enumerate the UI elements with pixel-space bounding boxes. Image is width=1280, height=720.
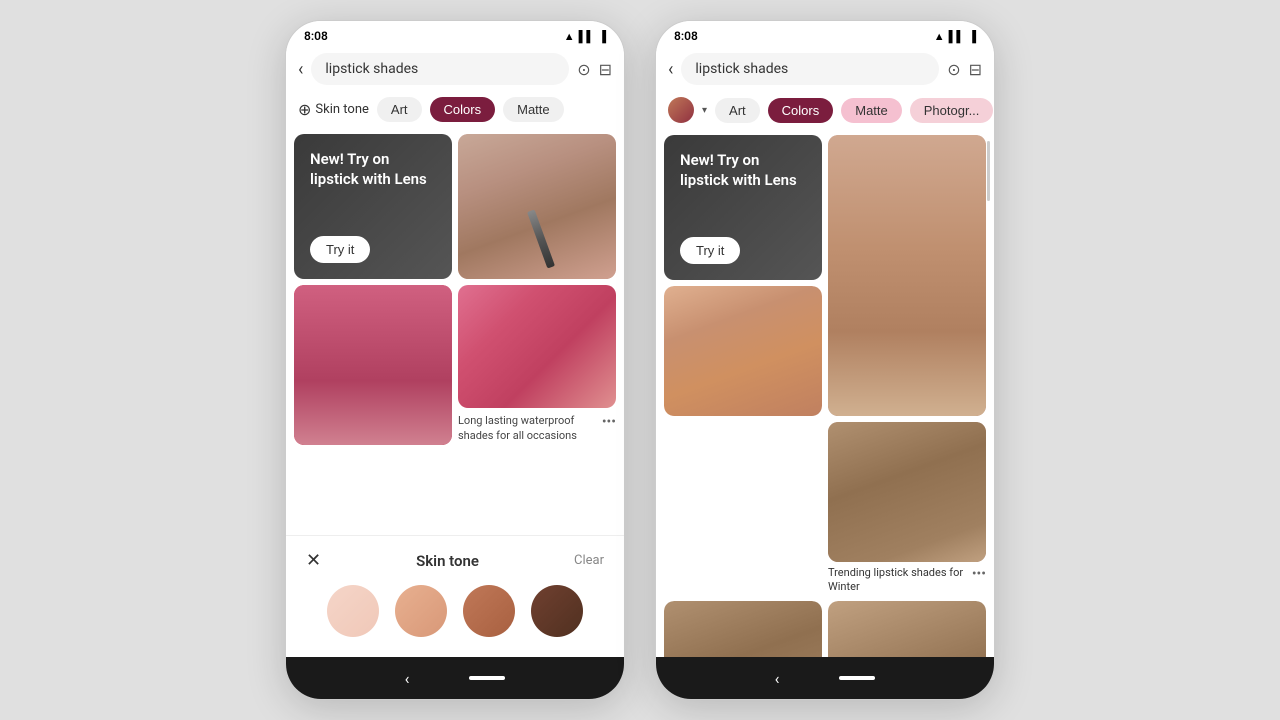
left-lipstick-apply-image bbox=[458, 134, 616, 279]
left-listing-text: Long lasting waterproof shades for all o… bbox=[458, 412, 616, 445]
right-content-grid: New! Try on lipstick with Lens Try it Tr… bbox=[656, 129, 994, 657]
right-trending-more-button[interactable]: ••• bbox=[972, 566, 986, 582]
right-portrait-card[interactable]: ••• bbox=[664, 601, 822, 657]
left-skin-tone-label: Skin tone bbox=[315, 102, 369, 117]
right-trending-photo bbox=[828, 422, 986, 562]
left-red-lips-card[interactable] bbox=[294, 285, 452, 445]
left-filter-matte[interactable]: Matte bbox=[503, 97, 564, 122]
left-swatch-light[interactable] bbox=[327, 585, 379, 637]
left-sheet-title: Skin tone bbox=[416, 552, 479, 570]
right-filter-photography[interactable]: Photogr... bbox=[910, 98, 994, 123]
left-lips-photo[interactable] bbox=[458, 134, 616, 279]
right-battery-icon: ▐ bbox=[968, 30, 976, 43]
left-status-bar: 8:08 ▲ ▌▌ ▐ bbox=[286, 21, 624, 47]
left-sheet-clear-button[interactable]: Clear bbox=[574, 553, 604, 568]
left-search-bar: ‹ lipstick shades ⊙ ⊟ bbox=[286, 47, 624, 91]
left-sheet-close-button[interactable]: ✕ bbox=[306, 550, 321, 571]
left-skin-tone-icon: ⊕ bbox=[298, 100, 311, 119]
right-nav-bar: ‹ bbox=[656, 657, 994, 699]
left-lens-title: New! Try on lipstick with Lens bbox=[310, 150, 436, 189]
left-nav-home-indicator[interactable] bbox=[469, 676, 505, 680]
right-woman-image bbox=[828, 601, 986, 657]
right-search-bar: ‹ lipstick shades ⊙ ⊟ bbox=[656, 47, 994, 91]
right-wifi-icon: ▲ bbox=[934, 30, 945, 43]
left-skin-swatches bbox=[306, 585, 604, 637]
right-lens-card[interactable]: New! Try on lipstick with Lens Try it bbox=[664, 135, 822, 280]
left-content-grid: New! Try on lipstick with Lens Try it Lo… bbox=[286, 128, 624, 535]
right-trending-image bbox=[828, 422, 986, 562]
right-signal-icon: ▌▌ bbox=[949, 30, 965, 43]
right-try-it-button[interactable]: Try it bbox=[680, 237, 740, 264]
right-back-button[interactable]: ‹ bbox=[668, 59, 673, 80]
left-skin-tone-sheet: ✕ Skin tone Clear bbox=[286, 535, 624, 657]
left-swatch-dark[interactable] bbox=[531, 585, 583, 637]
right-filter-art[interactable]: Art bbox=[715, 98, 760, 123]
right-face-card[interactable] bbox=[664, 286, 822, 416]
left-phone: 8:08 ▲ ▌▌ ▐ ‹ lipstick shades ⊙ ⊟ ⊕ Skin… bbox=[285, 20, 625, 700]
left-filter-icon[interactable]: ⊟ bbox=[599, 60, 612, 79]
right-search-input[interactable]: lipstick shades bbox=[681, 53, 939, 85]
right-status-bar: 8:08 ▲ ▌▌ ▐ bbox=[656, 21, 994, 47]
left-products-image bbox=[458, 285, 616, 408]
left-filter-colors[interactable]: Colors bbox=[430, 97, 496, 122]
right-time: 8:08 bbox=[674, 29, 698, 43]
left-sheet-header: ✕ Skin tone Clear bbox=[306, 550, 604, 571]
right-face-image bbox=[664, 286, 822, 416]
right-status-icons: ▲ ▌▌ ▐ bbox=[934, 30, 976, 43]
right-scrollbar[interactable] bbox=[987, 141, 990, 201]
left-listing-description: Long lasting waterproof shades for all o… bbox=[458, 414, 602, 443]
left-nav-bar: ‹ bbox=[286, 657, 624, 699]
signal-icon: ▌▌ bbox=[579, 30, 595, 43]
right-trending-card[interactable]: Trending lipstick shades for Winter ••• bbox=[828, 422, 986, 595]
left-try-it-button[interactable]: Try it bbox=[310, 236, 370, 263]
left-swatch-medium-light[interactable] bbox=[395, 585, 447, 637]
left-lens-card[interactable]: New! Try on lipstick with Lens Try it bbox=[294, 134, 452, 279]
left-listing-more-button[interactable]: ••• bbox=[602, 414, 616, 430]
right-lips-closeup-card[interactable] bbox=[828, 135, 986, 416]
left-status-icons: ▲ ▌▌ ▐ bbox=[564, 30, 606, 43]
left-search-icons: ⊙ ⊟ bbox=[577, 60, 612, 79]
left-skin-tone-button[interactable]: ⊕ Skin tone bbox=[298, 100, 369, 119]
right-skin-tone-dot[interactable] bbox=[668, 97, 694, 123]
right-trending-description: Trending lipstick shades for Winter bbox=[828, 566, 972, 595]
right-trending-text-row: Trending lipstick shades for Winter ••• bbox=[828, 566, 986, 595]
right-camera-icon[interactable]: ⊙ bbox=[947, 60, 960, 79]
right-filter-matte[interactable]: Matte bbox=[841, 98, 902, 123]
left-swatch-medium[interactable] bbox=[463, 585, 515, 637]
left-listing-card[interactable]: Long lasting waterproof shades for all o… bbox=[458, 285, 616, 445]
page-wrapper: 8:08 ▲ ▌▌ ▐ ‹ lipstick shades ⊙ ⊟ ⊕ Skin… bbox=[0, 0, 1280, 720]
right-lens-title: New! Try on lipstick with Lens bbox=[680, 151, 806, 190]
left-camera-icon[interactable]: ⊙ bbox=[577, 60, 590, 79]
right-search-icons: ⊙ ⊟ bbox=[947, 60, 982, 79]
wifi-icon: ▲ bbox=[564, 30, 575, 43]
left-search-input[interactable]: lipstick shades bbox=[311, 53, 569, 85]
right-portrait-image bbox=[664, 601, 822, 657]
left-nav-back-icon[interactable]: ‹ bbox=[405, 669, 410, 688]
battery-icon: ▐ bbox=[598, 30, 606, 43]
left-red-lips-image bbox=[294, 285, 452, 445]
right-nav-back-icon[interactable]: ‹ bbox=[775, 669, 780, 688]
right-filter-icon[interactable]: ⊟ bbox=[969, 60, 982, 79]
left-back-button[interactable]: ‹ bbox=[298, 59, 303, 80]
right-dropdown-arrow-icon[interactable]: ▾ bbox=[702, 105, 707, 116]
right-nav-home-indicator[interactable] bbox=[839, 676, 875, 680]
right-phone: 8:08 ▲ ▌▌ ▐ ‹ lipstick shades ⊙ ⊟ ▾ Art … bbox=[655, 20, 995, 700]
right-lips-closeup-image bbox=[828, 135, 986, 416]
left-time: 8:08 bbox=[304, 29, 328, 43]
right-filter-colors[interactable]: Colors bbox=[768, 98, 834, 123]
right-woman-card[interactable] bbox=[828, 601, 986, 657]
right-filter-bar: ▾ Art Colors Matte Photogr... bbox=[656, 91, 994, 129]
left-filter-art[interactable]: Art bbox=[377, 97, 422, 122]
left-filter-bar: ⊕ Skin tone Art Colors Matte bbox=[286, 91, 624, 128]
